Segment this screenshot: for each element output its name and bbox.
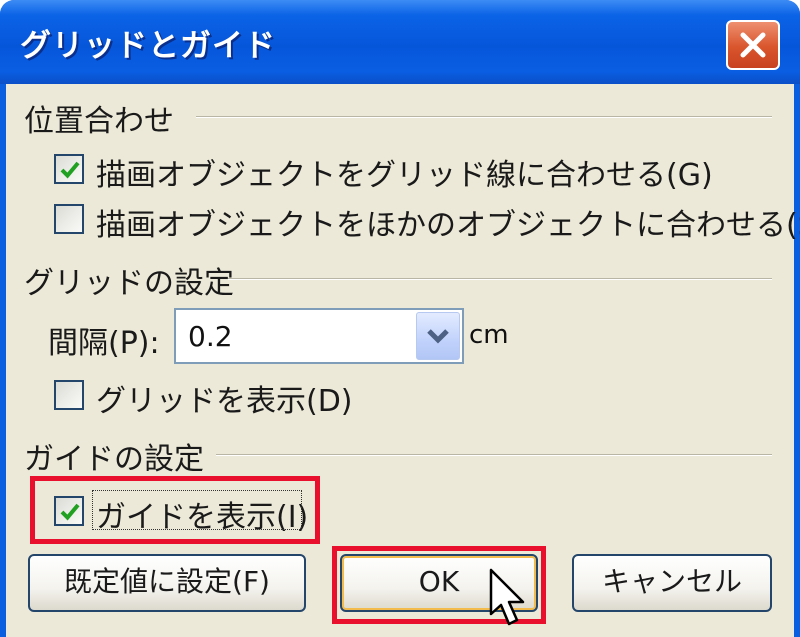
grid-group-title: グリッドの設定	[24, 266, 234, 301]
close-button[interactable]	[726, 20, 780, 70]
snap-to-grid-label: 描画オブジェクトをグリッド線に合わせる(G)	[96, 158, 713, 193]
snap-to-objects-label: 描画オブジェクトをほかのオブジェクトに合わせる(S)	[96, 208, 800, 243]
snap-group-title: 位置合わせ	[24, 104, 174, 139]
set-default-button[interactable]: 既定値に設定(F)	[28, 554, 306, 612]
spacing-label: 間隔(P):	[48, 326, 160, 361]
spacing-dropdown-button[interactable]	[416, 312, 460, 360]
check-icon	[60, 503, 80, 521]
guide-group-divider	[216, 454, 772, 456]
guide-group-title: ガイドの設定	[24, 442, 204, 477]
chevron-down-icon	[427, 329, 449, 344]
snap-to-objects-checkbox[interactable]	[54, 204, 84, 234]
snap-to-grid-checkbox[interactable]	[54, 154, 84, 184]
title-bar[interactable]: グリッドとガイド	[0, 0, 800, 84]
cancel-button[interactable]: キャンセル	[572, 554, 772, 612]
dialog-body: 位置合わせ 描画オブジェクトをグリッド線に合わせる(G) 描画オブジェクトをほか…	[6, 84, 800, 637]
dialog-window: グリッドとガイド 位置合わせ 描画オブジェクトをグリッド線に合わせる(G) 描画…	[0, 0, 800, 637]
show-grid-label: グリッドを表示(D)	[96, 384, 353, 419]
show-grid-checkbox[interactable]	[54, 380, 84, 410]
spacing-value: 0.2	[188, 320, 233, 353]
check-icon	[60, 161, 80, 179]
dialog-title: グリッドとガイド	[20, 28, 276, 64]
grid-group-divider	[228, 278, 772, 280]
mouse-pointer-icon	[489, 568, 525, 626]
focus-rectangle	[92, 490, 302, 530]
spacing-combobox[interactable]: 0.2	[174, 308, 464, 364]
spacing-unit: cm	[469, 320, 509, 350]
show-guides-checkbox[interactable]	[54, 496, 84, 526]
snap-group-divider	[196, 116, 772, 118]
close-icon	[740, 32, 766, 58]
